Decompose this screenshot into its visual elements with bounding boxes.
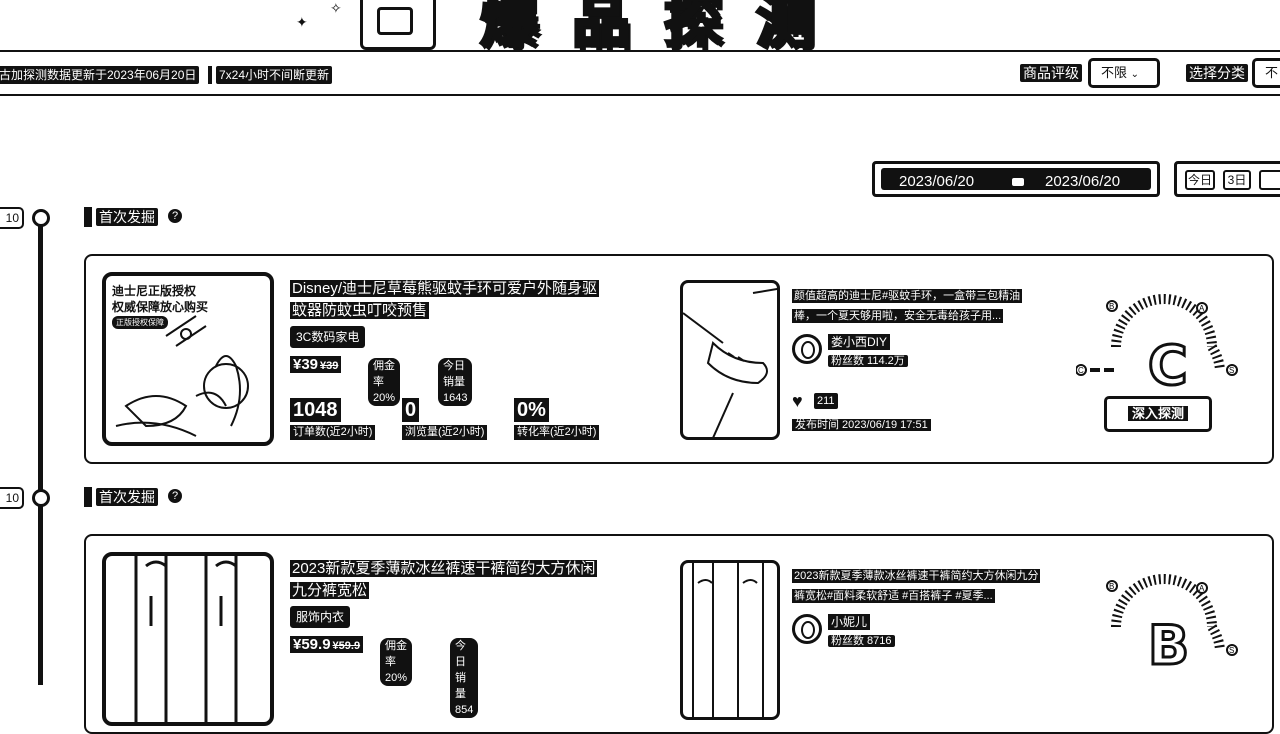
original-price: ¥59.9 [332,640,361,652]
video-thumbnail[interactable] [680,560,780,720]
gauge-label-b: B [1109,302,1114,311]
date-separator [1012,178,1024,186]
video-description[interactable]: 2023新款夏季薄款冰丝裤速干裤简约大方休闲九分裤宽松#面料柔软舒适 #百搭裤子… [792,566,1042,606]
author-fans: 粉丝数 8716 [828,634,895,649]
chevron-down-icon: ⌄ [1130,69,1140,80]
quick-date-today[interactable]: 今日 [1185,170,1215,190]
date-start[interactable]: 2023/06/20 [899,173,974,190]
sparkle-icon: ✧ [330,0,342,16]
heart-icon: ♥ [792,391,803,411]
grade-gauge: B A S C C [1076,294,1238,392]
gauge-label-s: S [1229,646,1234,655]
category-label: 选择分类 [1186,64,1248,82]
category-select[interactable]: 不 [1252,58,1280,88]
gauge-label-b: B [1109,582,1114,591]
product-title[interactable]: Disney/迪士尼草莓熊驱蚊手环可爱户外随身驱蚊器防蚊虫叮咬预售 [290,278,610,322]
author-avatar[interactable] [792,614,822,644]
quick-date-3days[interactable]: 3日 [1223,170,1251,190]
divider [208,66,212,84]
time-tag: 10 [0,207,24,229]
section-marker [84,207,92,227]
gauge-label-c: C [1078,366,1084,375]
quick-date-group: 今日 3日 [1174,161,1280,197]
section-marker [84,487,92,507]
help-icon[interactable]: ? [168,209,182,223]
product-thumbnail[interactable] [102,552,274,726]
date-range-picker[interactable]: 2023/06/20 2023/06/20 [872,161,1160,197]
publish-time: 发布时间 2023/06/19 17:51 [792,418,931,433]
timeline-node [32,209,50,227]
category-tag: 3C数码家电 [290,326,366,348]
filter-bar: 古加探测数据更新于2023年06月20日 7x24小时不间断更新 商品评级 不限… [0,50,1280,96]
hero-cube-illustration [360,0,436,50]
commission-rate: 佣金率20% [380,638,413,686]
product-card: 2023新款夏季薄款冰丝裤速干裤简约大方休闲九分裤宽松 服饰内衣 ¥59.9 ¥5… [84,534,1274,734]
video-thumbnail[interactable] [680,280,780,440]
grade-gauge: B A S B [1106,574,1238,672]
product-illustration [134,556,238,722]
product-card: 迪士尼正版授权 权威保障放心购买 正版授权保障 Disney/迪士尼草莓熊驱蚊手… [84,254,1274,464]
section-title: 首次发掘 [96,488,158,506]
stat-orders: 1048 订单数(近2小时) [290,398,376,440]
explore-button[interactable]: 深入探测 [1104,396,1212,432]
original-price: ¥39 [320,360,339,372]
sparkle-icon: ✦ [296,14,308,30]
video-illustration [692,563,764,717]
product-title[interactable]: 2023新款夏季薄款冰丝裤速干裤简约大方休闲九分裤宽松 [290,558,610,602]
gauge-label-a: A [1199,304,1205,313]
author-name[interactable]: 小妮儿 [828,614,871,630]
product-thumbnail[interactable]: 迪士尼正版授权 权威保障放心购买 正版授权保障 [102,272,274,446]
video-description[interactable]: 颜值超高的迪士尼#驱蚊手环，一盒带三包精油棒，一个夏天够用啦，安全无毒给孩子用.… [792,286,1042,326]
hero-title: 爆品探测 [478,0,849,50]
price: ¥39 ¥39 [290,356,342,373]
today-sales: 今日销量 854 [450,638,479,718]
rating-select-value: 不限 [1101,65,1128,80]
category-select-value: 不 [1265,65,1279,80]
always-updating-notice: 7x24小时不间断更新 [216,66,333,84]
date-end[interactable]: 2023/06/20 [1045,173,1120,190]
hero-banner: ✦ ✧ ✦ 爆品探测 [0,0,1280,50]
gauge-label-s: S [1229,366,1234,375]
like-count: 211 [814,393,838,409]
time-tag: 10 [0,487,24,509]
video-illustration [683,287,777,437]
author-fans: 粉丝数 114.2万 [828,354,908,369]
grade-letter: C [1148,334,1188,392]
help-icon[interactable]: ? [168,489,182,503]
rating-label: 商品评级 [1020,64,1082,82]
stat-views: 0 浏览量(近2小时) [402,398,488,440]
update-notice: 古加探测数据更新于2023年06月20日 [0,66,200,84]
gauge-label-a: A [1199,584,1205,593]
product-illustration [115,315,249,437]
author-name[interactable]: 娄小西DIY [828,334,891,350]
rating-select[interactable]: 不限 ⌄ [1088,58,1160,88]
grade-letter: B [1148,614,1189,672]
stat-conversion: 0% 转化率(近2小时) [514,398,600,440]
timeline-node [32,489,50,507]
author-avatar[interactable] [792,334,822,364]
timeline-line [38,215,43,685]
section-title: 首次发掘 [96,208,158,226]
price: ¥59.9 ¥59.9 [290,636,364,653]
quick-date-more[interactable] [1259,170,1280,190]
category-tag: 服饰内衣 [290,606,351,628]
